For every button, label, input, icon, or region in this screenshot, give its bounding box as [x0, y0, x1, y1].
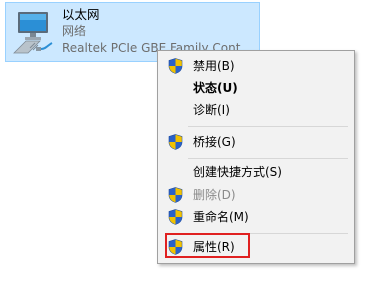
- menu-item-label: 禁用(B): [193, 59, 235, 73]
- menu-separator: [188, 158, 348, 159]
- menu-item-create-shortcut[interactable]: 创建快捷方式(S): [158, 161, 354, 183]
- menu-item-delete: 删除(D): [158, 184, 354, 206]
- menu-item-label: 桥接(G): [193, 135, 236, 149]
- menu-separator: [188, 126, 348, 127]
- menu-item-diagnose[interactable]: 诊断(I): [158, 99, 354, 121]
- menu-item-bridge[interactable]: 桥接(G): [158, 131, 354, 153]
- adapter-name: 以太网: [62, 7, 100, 22]
- menu-item-label: 创建快捷方式(S): [193, 165, 282, 179]
- menu-item-disable[interactable]: 禁用(B): [158, 55, 354, 77]
- menu-item-label: 重命名(M): [193, 210, 249, 224]
- menu-item-label: 删除(D): [193, 188, 236, 202]
- menu-item-label: 诊断(I): [193, 103, 230, 117]
- menu-item-status[interactable]: 状态(U): [158, 77, 354, 99]
- uac-shield-icon: [168, 209, 183, 225]
- context-menu: 禁用(B) 状态(U) 诊断(I) 桥接(G) 创建快捷方式(S) 删除(D) …: [157, 50, 355, 264]
- menu-item-rename[interactable]: 重命名(M): [158, 206, 354, 228]
- menu-item-label: 状态(U): [193, 81, 238, 95]
- uac-shield-icon: [168, 134, 183, 150]
- properties-highlight-box: [165, 233, 250, 258]
- network-adapter-icon: [13, 12, 53, 54]
- uac-shield-icon: [168, 187, 183, 203]
- adapter-status: 网络: [62, 24, 87, 38]
- uac-shield-icon: [168, 58, 183, 74]
